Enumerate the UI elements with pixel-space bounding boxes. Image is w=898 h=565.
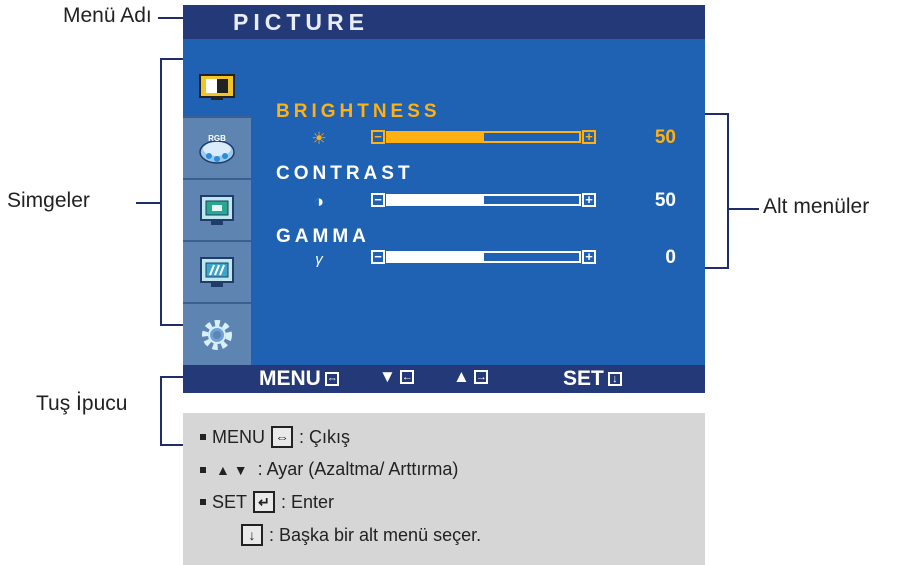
leader-line-key-hint-top	[160, 376, 183, 378]
footer-menu-label: MENU	[259, 367, 321, 390]
svg-text:RGB: RGB	[208, 134, 226, 143]
contrast-half-circle-icon: ◑	[313, 192, 325, 211]
legend-line-adjust: ▲ ▼ : Ayar (Azaltma/ Arttırma)	[200, 459, 458, 480]
menu-exit-key-icon: ⇔	[271, 426, 293, 448]
menu-icon-tracking[interactable]	[183, 242, 251, 304]
gamma-slider-fill	[388, 253, 484, 261]
leader-line-key-hint-bottom	[160, 444, 183, 446]
submenu-label-contrast[interactable]: CONTRAST	[276, 163, 414, 185]
decrease-contrast-button[interactable]: −	[371, 193, 385, 207]
legend-line-menu: MENU ⇔ : Çıkış	[200, 426, 350, 448]
brightness-slider-fill	[388, 133, 484, 141]
brightness-sun-icon: ☀	[311, 129, 327, 148]
decrease-gamma-button[interactable]: −	[371, 250, 385, 264]
leader-line-icons-top	[160, 58, 183, 60]
left-arrow-box-icon: ←	[399, 370, 414, 384]
legend-set-key: SET	[212, 491, 248, 512]
annotation-key-hint: Tuş İpucu	[36, 392, 128, 415]
bullet	[200, 499, 206, 505]
leader-line-icons-v	[160, 58, 162, 326]
leader-line-submenus-top	[705, 113, 729, 115]
brightness-value: 50	[654, 127, 676, 148]
key-legend-panel: MENU ⇔ : Çıkış ▲ ▼ : Ayar (Azaltma/ Artt…	[183, 413, 705, 565]
submenu-label-brightness[interactable]: BRIGHTNESS	[276, 101, 441, 123]
decrease-brightness-button[interactable]: −	[371, 130, 385, 144]
footer-set-label: SET	[563, 367, 604, 390]
increase-brightness-button[interactable]: +	[582, 130, 596, 144]
legend-line-select: ↓ : Başka bir alt menü seçer.	[241, 524, 481, 546]
brightness-slider[interactable]	[386, 131, 581, 143]
legend-line-set: SET ↵ : Enter	[200, 491, 334, 513]
increase-gamma-button[interactable]: +	[582, 250, 596, 264]
osd-key-hint-bar: MENU ⇔ ▼ ← ▲ → SET ↓	[183, 365, 705, 393]
increase-contrast-button[interactable]: +	[582, 193, 596, 207]
leader-line-submenus-h	[729, 208, 759, 210]
leader-line-submenus-bottom	[705, 267, 729, 269]
annotation-menu-name: Menü Adı	[63, 4, 152, 27]
gamma-slider[interactable]	[386, 251, 581, 263]
footer-down-arrow-icon: ▼	[379, 367, 396, 386]
footer-key-menu[interactable]: MENU ⇔	[259, 367, 339, 391]
contrast-slider[interactable]	[386, 194, 581, 206]
down-arrow-box-icon: ↓	[607, 372, 622, 386]
legend-menu-text: : Çıkış	[299, 426, 351, 447]
osd-title-bar: PICTURE	[183, 5, 705, 39]
gamma-icon: γ	[315, 250, 323, 268]
osd-body: RGB BRIGHTNESS ☀ − + 50 CONTRAST ◑ − + 5…	[183, 39, 705, 365]
leader-line-key-hint-v	[160, 376, 162, 446]
footer-up-arrow-icon: ▲	[453, 367, 470, 386]
gamma-value: 0	[665, 247, 676, 268]
legend-select-text: : Başka bir alt menü seçer.	[269, 524, 482, 545]
leader-line-icons-h	[136, 202, 160, 204]
tracking-monitor-icon	[200, 257, 234, 287]
bullet	[200, 466, 206, 473]
annotation-icons: Simgeler	[7, 189, 90, 212]
legend-adjust-text: : Ayar (Azaltma/ Arttırma)	[257, 459, 459, 479]
down-arrow-key-icon: ↓	[241, 524, 263, 546]
footer-key-set[interactable]: SET ↓	[563, 367, 622, 391]
picture-icon	[199, 74, 235, 100]
contrast-slider-fill	[388, 196, 484, 204]
menu-icon-column: RGB	[183, 56, 251, 365]
legend-menu-key: MENU	[212, 426, 265, 447]
leader-line-submenus-v	[727, 113, 729, 269]
footer-key-down[interactable]: ▼ ←	[379, 367, 414, 387]
menu-icon-position[interactable]	[183, 180, 251, 242]
annotation-submenus: Alt menüler	[763, 195, 870, 218]
osd-menu-title: PICTURE	[233, 9, 369, 35]
menu-icon-picture[interactable]	[183, 56, 251, 118]
leader-line-menu-name	[158, 17, 183, 19]
setup-gear-icon	[202, 320, 232, 350]
right-arrow-box-icon: →	[473, 370, 488, 384]
legend-set-text: : Enter	[281, 491, 335, 512]
submenu-label-gamma[interactable]: GAMMA	[276, 226, 370, 248]
contrast-value: 50	[654, 190, 676, 211]
leader-line-icons-bottom	[160, 324, 183, 326]
footer-key-up[interactable]: ▲ →	[453, 367, 488, 387]
menu-exit-icon: ⇔	[324, 372, 339, 386]
rgb-color-icon: RGB	[199, 134, 235, 164]
legend-adjust-keys: ▲ ▼	[216, 461, 248, 478]
enter-key-icon: ↵	[253, 491, 276, 513]
bullet	[200, 434, 206, 440]
menu-icon-rgb[interactable]: RGB	[183, 118, 251, 180]
position-monitor-icon	[200, 195, 234, 225]
menu-icon-setup[interactable]	[183, 304, 251, 366]
